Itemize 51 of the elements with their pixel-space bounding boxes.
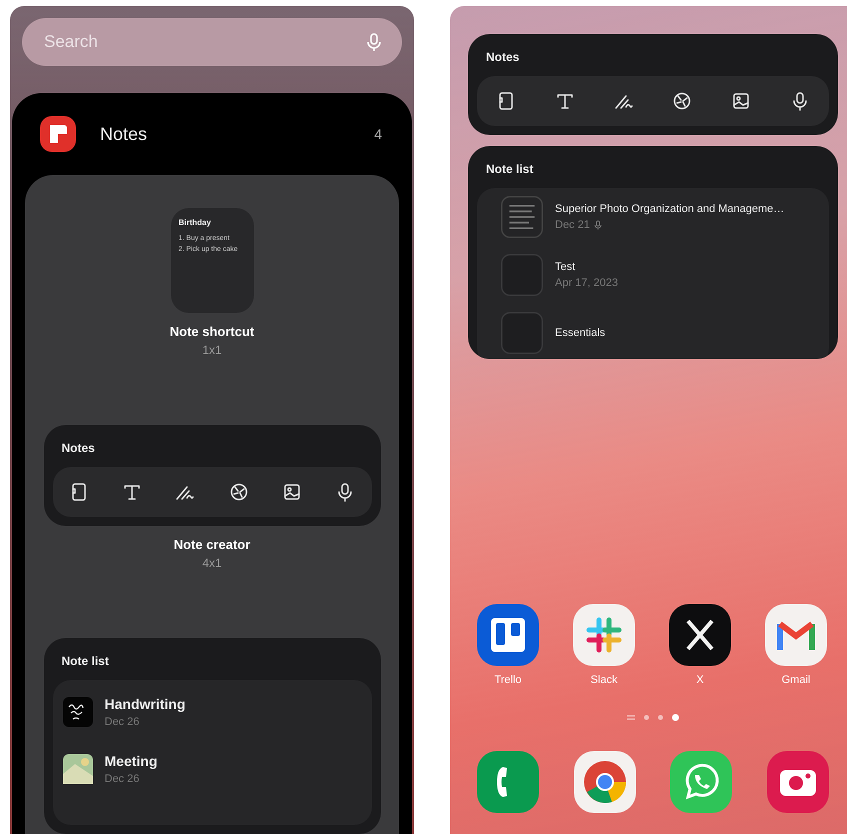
widget-size: 1x1 (202, 343, 222, 357)
widget-title: Notes (60, 440, 96, 457)
app-label: Gmail (782, 674, 810, 686)
note-title[interactable]: Handwriting (104, 696, 186, 712)
note-title[interactable]: Meeting (104, 753, 158, 769)
widget-count: 4 (374, 126, 382, 142)
note-date: Dec 26 (104, 716, 140, 728)
note-title[interactable]: Superior Photo Organization and Manageme… (555, 203, 784, 215)
page-dot[interactable] (644, 715, 649, 720)
search-field[interactable]: Search (42, 31, 364, 53)
widget-title: Note list (485, 161, 534, 178)
page-dot[interactable] (658, 715, 663, 720)
image-icon[interactable] (282, 482, 302, 502)
note-creator-widget[interactable]: Notes (468, 34, 838, 135)
page-dot[interactable] (672, 714, 679, 721)
photo-placeholder (62, 754, 92, 784)
board-icon[interactable] (477, 604, 539, 666)
widget-title: Notes (485, 49, 520, 66)
widget-title: Note list (60, 653, 110, 670)
blank-thumbnail (501, 312, 543, 354)
mail-icon[interactable] (765, 604, 827, 666)
blank-thumbnail (501, 254, 543, 296)
widget-name: Note shortcut (170, 324, 254, 339)
camera-icon[interactable] (766, 751, 829, 813)
notes-app-icon (40, 116, 76, 152)
handwriting-thumbnail (62, 697, 92, 727)
color-wheel-icon[interactable] (574, 751, 636, 813)
document-thumbnail (501, 196, 543, 238)
app-label: Slack (590, 674, 618, 686)
app-label: X (696, 674, 704, 686)
note-title: Birthday (178, 218, 212, 227)
app-name: Notes (100, 124, 148, 144)
cross-icon[interactable] (669, 604, 731, 666)
note-creator-widget[interactable]: Notes (44, 425, 380, 526)
widget-name: Note creator (174, 537, 250, 552)
app-label: Trello (494, 674, 522, 686)
note-list-widget[interactable]: Note list Handwriting Dec 26 Meeting Dec 26 (44, 638, 380, 834)
note-title[interactable]: Test (555, 261, 618, 273)
note-title[interactable]: Essentials (555, 327, 606, 339)
note-date: Apr 17, 2023 (555, 277, 618, 289)
hashtag-icon[interactable] (573, 604, 635, 666)
image-icon[interactable] (730, 91, 751, 111)
chat-bubble-icon[interactable] (670, 751, 732, 813)
note-list-widget[interactable]: Note list Superior Photo Organization and Manageme… Dec 21 Test Apr 17, 2023 Essentials (468, 146, 838, 359)
note-date: Dec 26 (104, 773, 140, 785)
note-date: Dec 21 (555, 219, 590, 231)
brush-circle-icon[interactable] (672, 91, 692, 111)
widget-size: 4x1 (202, 556, 222, 570)
phone-icon[interactable] (477, 751, 539, 813)
brush-circle-icon[interactable] (228, 482, 249, 502)
search-bar[interactable]: Search (22, 18, 402, 66)
